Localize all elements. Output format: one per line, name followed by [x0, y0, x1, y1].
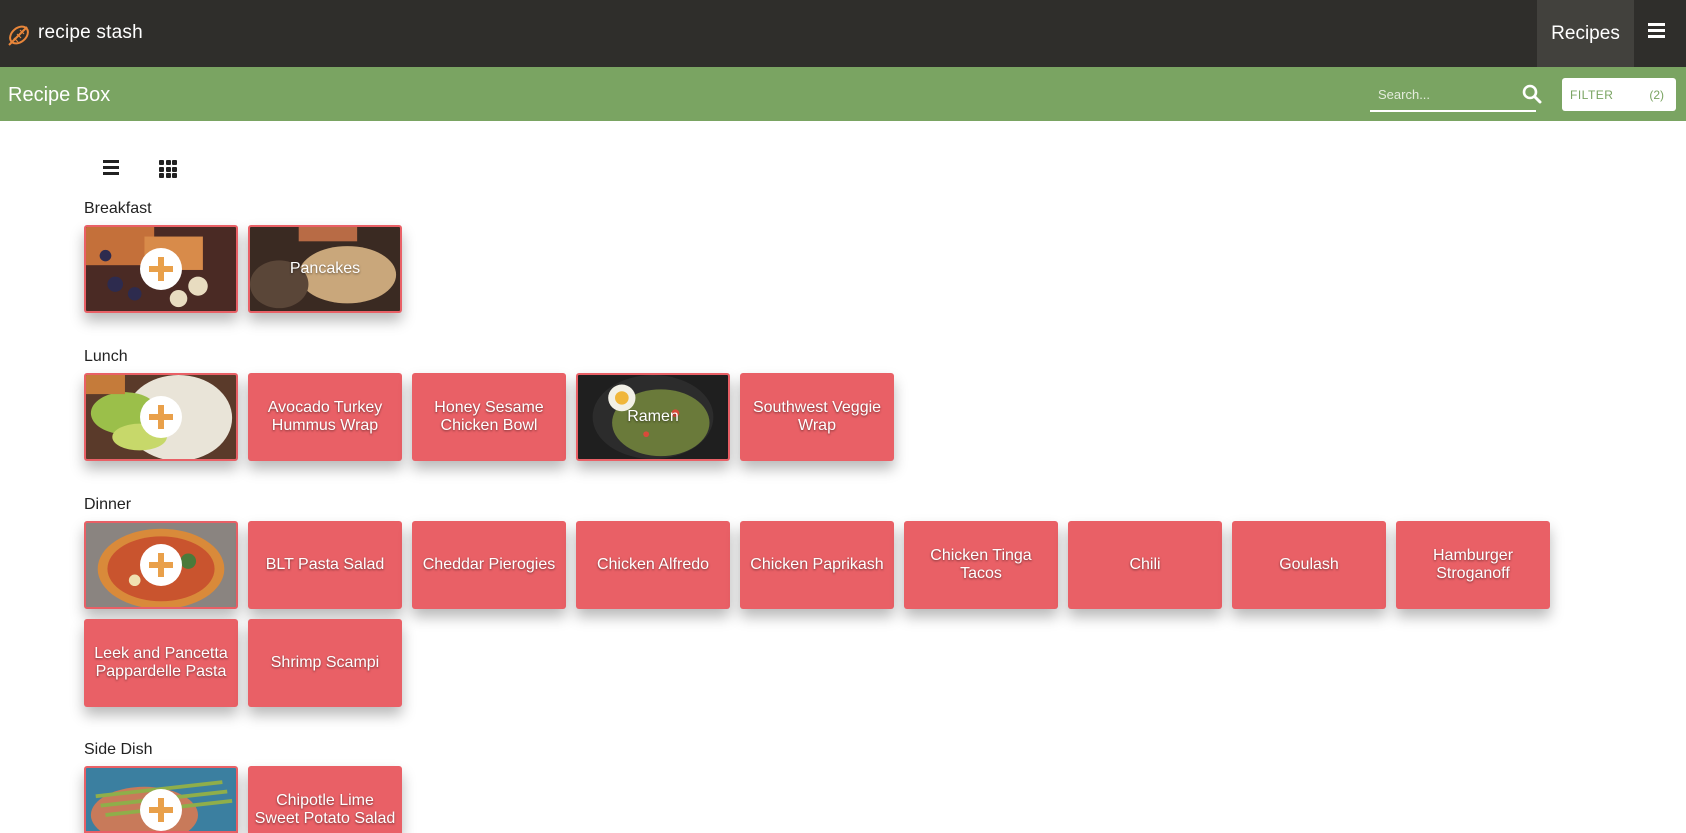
add-recipe-icon — [140, 248, 182, 290]
search-box — [1370, 78, 1542, 112]
add-recipe-icon — [140, 396, 182, 438]
recipe-name: Chicken Alfredo — [596, 556, 710, 573]
nav-recipes-link[interactable]: Recipes — [1537, 0, 1634, 67]
recipe-card[interactable]: Chili — [1068, 521, 1222, 609]
section-title-lunch: Lunch — [84, 348, 128, 365]
recipe-name: BLT Pasta Salad — [265, 556, 385, 573]
recipe-name: Avocado Turkey Hummus Wrap — [267, 399, 383, 434]
filter-button[interactable]: FILTER (2) — [1562, 78, 1676, 111]
add-recipe-icon — [140, 789, 182, 831]
filter-count: (2) — [1649, 88, 1664, 102]
recipe-card[interactable]: Pancakes — [248, 225, 402, 313]
recipe-card[interactable]: Hamburger Stroganoff — [1396, 521, 1550, 609]
recipe-card[interactable]: Ramen — [576, 373, 730, 461]
recipe-name: Shrimp Scampi — [270, 654, 380, 671]
filter-label: FILTER — [1570, 88, 1614, 102]
recipe-card[interactable]: Chicken Alfredo — [576, 521, 730, 609]
recipe-card[interactable]: Chicken Paprikash — [740, 521, 894, 609]
recipe-card[interactable]: Shrimp Scampi — [248, 619, 402, 707]
recipe-card[interactable]: Leek and Pancetta Pappardelle Pasta — [84, 619, 238, 707]
recipe-name: Chicken Paprikash — [750, 556, 884, 573]
recipe-name: Chili — [1129, 556, 1161, 573]
recipe-card[interactable]: Chipotle Lime Sweet Potato Salad — [248, 766, 402, 833]
recipe-name: Leek and Pancetta Pappardelle Pasta — [94, 645, 228, 680]
recipe-name: Southwest Veggie Wrap — [752, 399, 882, 434]
hamburger-menu-icon[interactable] — [1648, 23, 1670, 43]
section-title-breakfast: Breakfast — [84, 200, 152, 217]
recipe-name: Cheddar Pierogies — [422, 556, 556, 573]
recipe-name: Pancakes — [289, 260, 361, 277]
recipe-name: Chicken Tinga Tacos — [930, 547, 1032, 582]
add-recipe-icon — [140, 544, 182, 586]
recipe-card[interactable]: Chicken Tinga Tacos — [904, 521, 1058, 609]
recipe-name: Chipotle Lime Sweet Potato Salad — [254, 792, 396, 827]
recipe-card[interactable]: Goulash — [1232, 521, 1386, 609]
list-view-icon[interactable] — [103, 160, 121, 176]
recipe-stash-logo-icon[interactable] — [6, 22, 32, 48]
section-title-side-dish: Side Dish — [84, 741, 153, 758]
add-recipe-card-side-dish[interactable] — [84, 766, 238, 833]
search-icon[interactable] — [1522, 84, 1542, 104]
recipe-name: Goulash — [1279, 556, 1339, 573]
recipe-name: Hamburger Stroganoff — [1432, 547, 1514, 582]
recipe-name: Ramen — [627, 408, 679, 425]
recipe-card[interactable]: Southwest Veggie Wrap — [740, 373, 894, 461]
recipe-card[interactable]: BLT Pasta Salad — [248, 521, 402, 609]
recipe-card[interactable]: Avocado Turkey Hummus Wrap — [248, 373, 402, 461]
app-name[interactable]: recipe stash — [38, 22, 143, 44]
recipe-name: Honey Sesame Chicken Bowl — [434, 399, 544, 434]
recipe-card[interactable]: Honey Sesame Chicken Bowl — [412, 373, 566, 461]
add-recipe-card-lunch[interactable] — [84, 373, 238, 461]
add-recipe-card-dinner[interactable] — [84, 521, 238, 609]
section-title-dinner: Dinner — [84, 496, 132, 513]
search-input[interactable] — [1370, 78, 1510, 110]
page-title: Recipe Box — [8, 84, 111, 106]
grid-view-icon[interactable] — [159, 160, 179, 178]
add-recipe-card-breakfast[interactable] — [84, 225, 238, 313]
top-navbar: recipe stash Recipes — [0, 0, 1686, 67]
recipe-card[interactable]: Cheddar Pierogies — [412, 521, 566, 609]
